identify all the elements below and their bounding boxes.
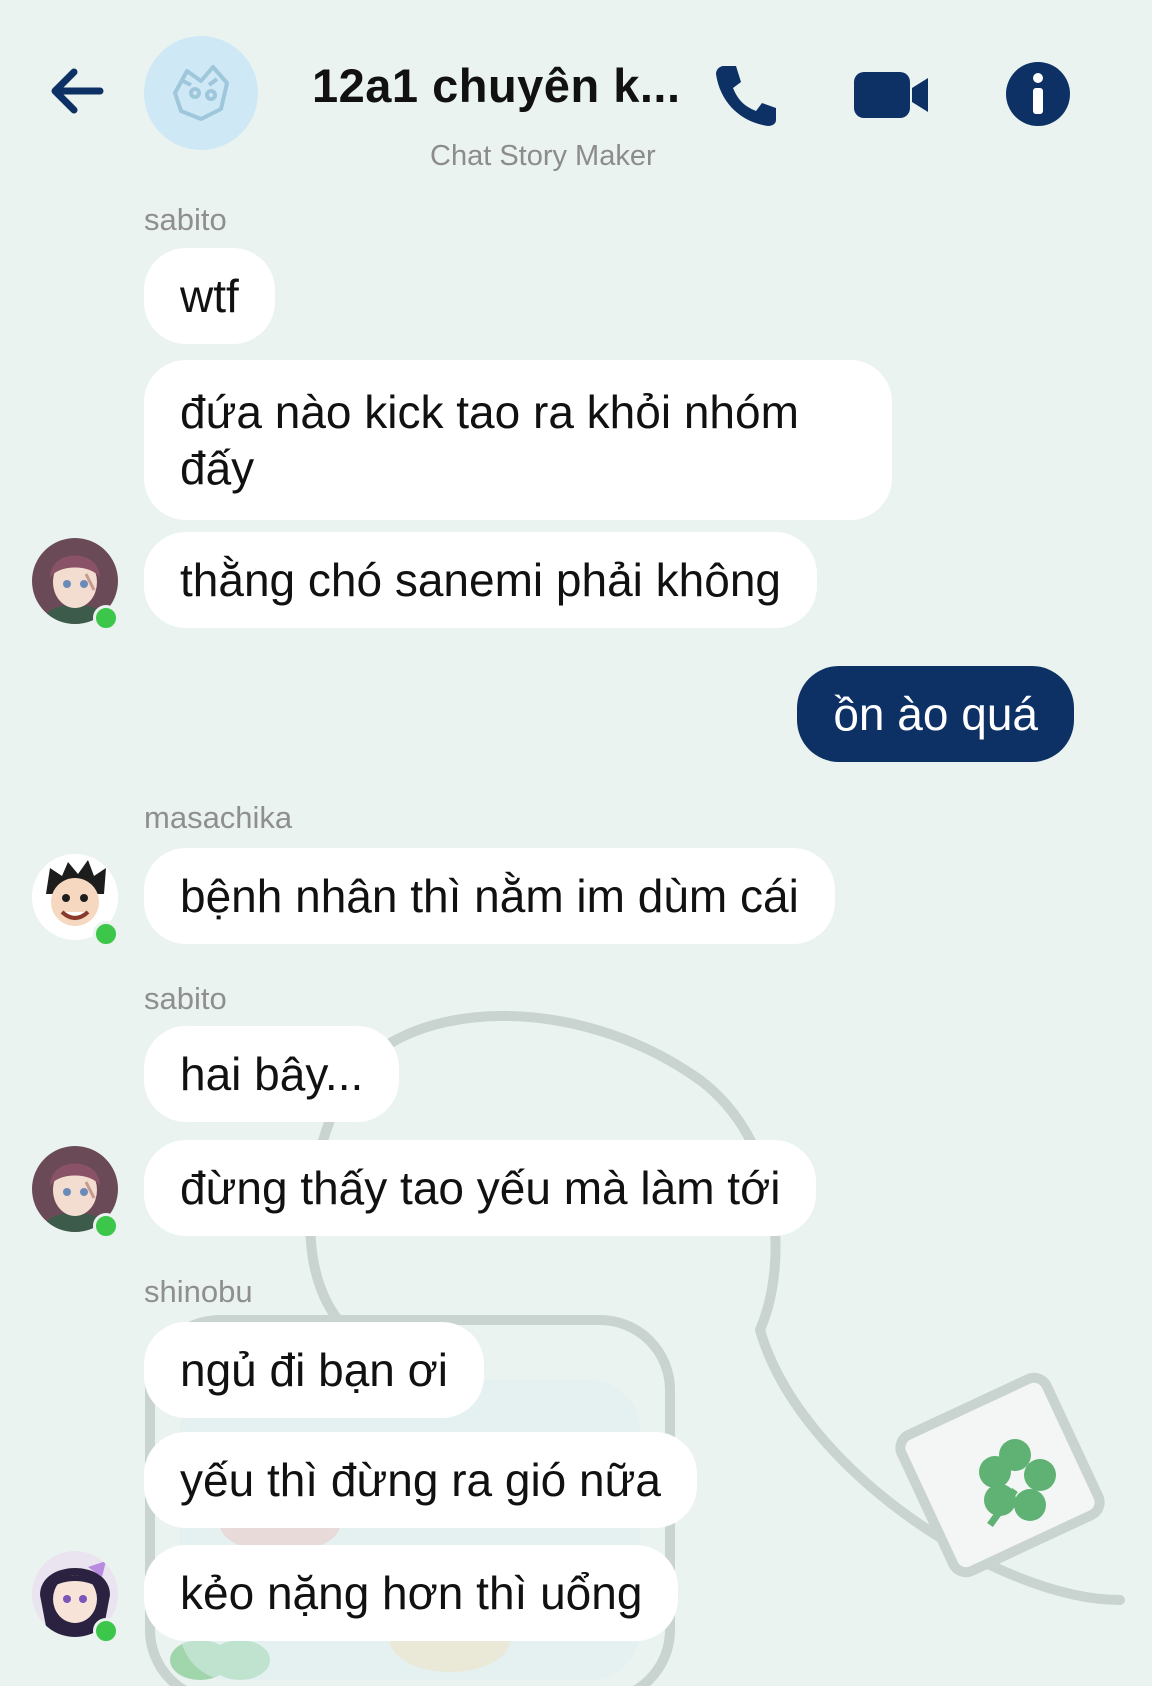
sender-name: sabito — [144, 981, 227, 1016]
message-bubble[interactable]: đứa nào kick tao ra khỏi nhóm đấy — [144, 360, 892, 520]
sender-name: shinobu — [144, 1274, 253, 1309]
online-indicator — [93, 921, 119, 947]
chat-subtitle: Chat Story Maker — [430, 140, 656, 172]
sender-name: sabito — [144, 202, 227, 237]
message-bubble[interactable]: đừng thấy tao yếu mà làm tới — [144, 1140, 817, 1236]
info-button[interactable] — [1002, 58, 1074, 130]
message-bubble[interactable]: kẻo nặng hơn thì uổng — [144, 1545, 679, 1641]
my-message-bubble[interactable]: ồn ào quá — [797, 666, 1074, 762]
group-avatar[interactable] — [144, 36, 258, 150]
online-indicator — [93, 605, 119, 631]
message-bubble[interactable]: ngủ đi bạn ơi — [144, 1322, 485, 1418]
call-button[interactable] — [710, 58, 782, 130]
online-indicator — [93, 1618, 119, 1644]
back-button[interactable] — [44, 58, 110, 124]
message-bubble[interactable]: bệnh nhân thì nằm im dùm cái — [144, 848, 835, 944]
chat-header: 12a1 chuyên k... Chat Story Maker — [0, 0, 1152, 190]
message-bubble[interactable]: thằng chó sanemi phải không — [144, 532, 817, 628]
phone-icon — [716, 66, 776, 126]
video-camera-icon — [854, 72, 928, 118]
info-icon — [1006, 62, 1070, 126]
message-bubble[interactable]: yếu thì đừng ra gió nữa — [144, 1432, 698, 1528]
group-avatar-image — [173, 65, 229, 121]
sender-name: masachika — [144, 800, 293, 835]
chat-title: 12a1 chuyên k... — [312, 59, 681, 112]
message-bubble[interactable]: hai bây... — [144, 1026, 400, 1122]
video-call-button[interactable] — [850, 58, 932, 130]
online-indicator — [93, 1213, 119, 1239]
arrow-left-icon — [51, 68, 104, 114]
message-bubble[interactable]: wtf — [144, 248, 275, 344]
